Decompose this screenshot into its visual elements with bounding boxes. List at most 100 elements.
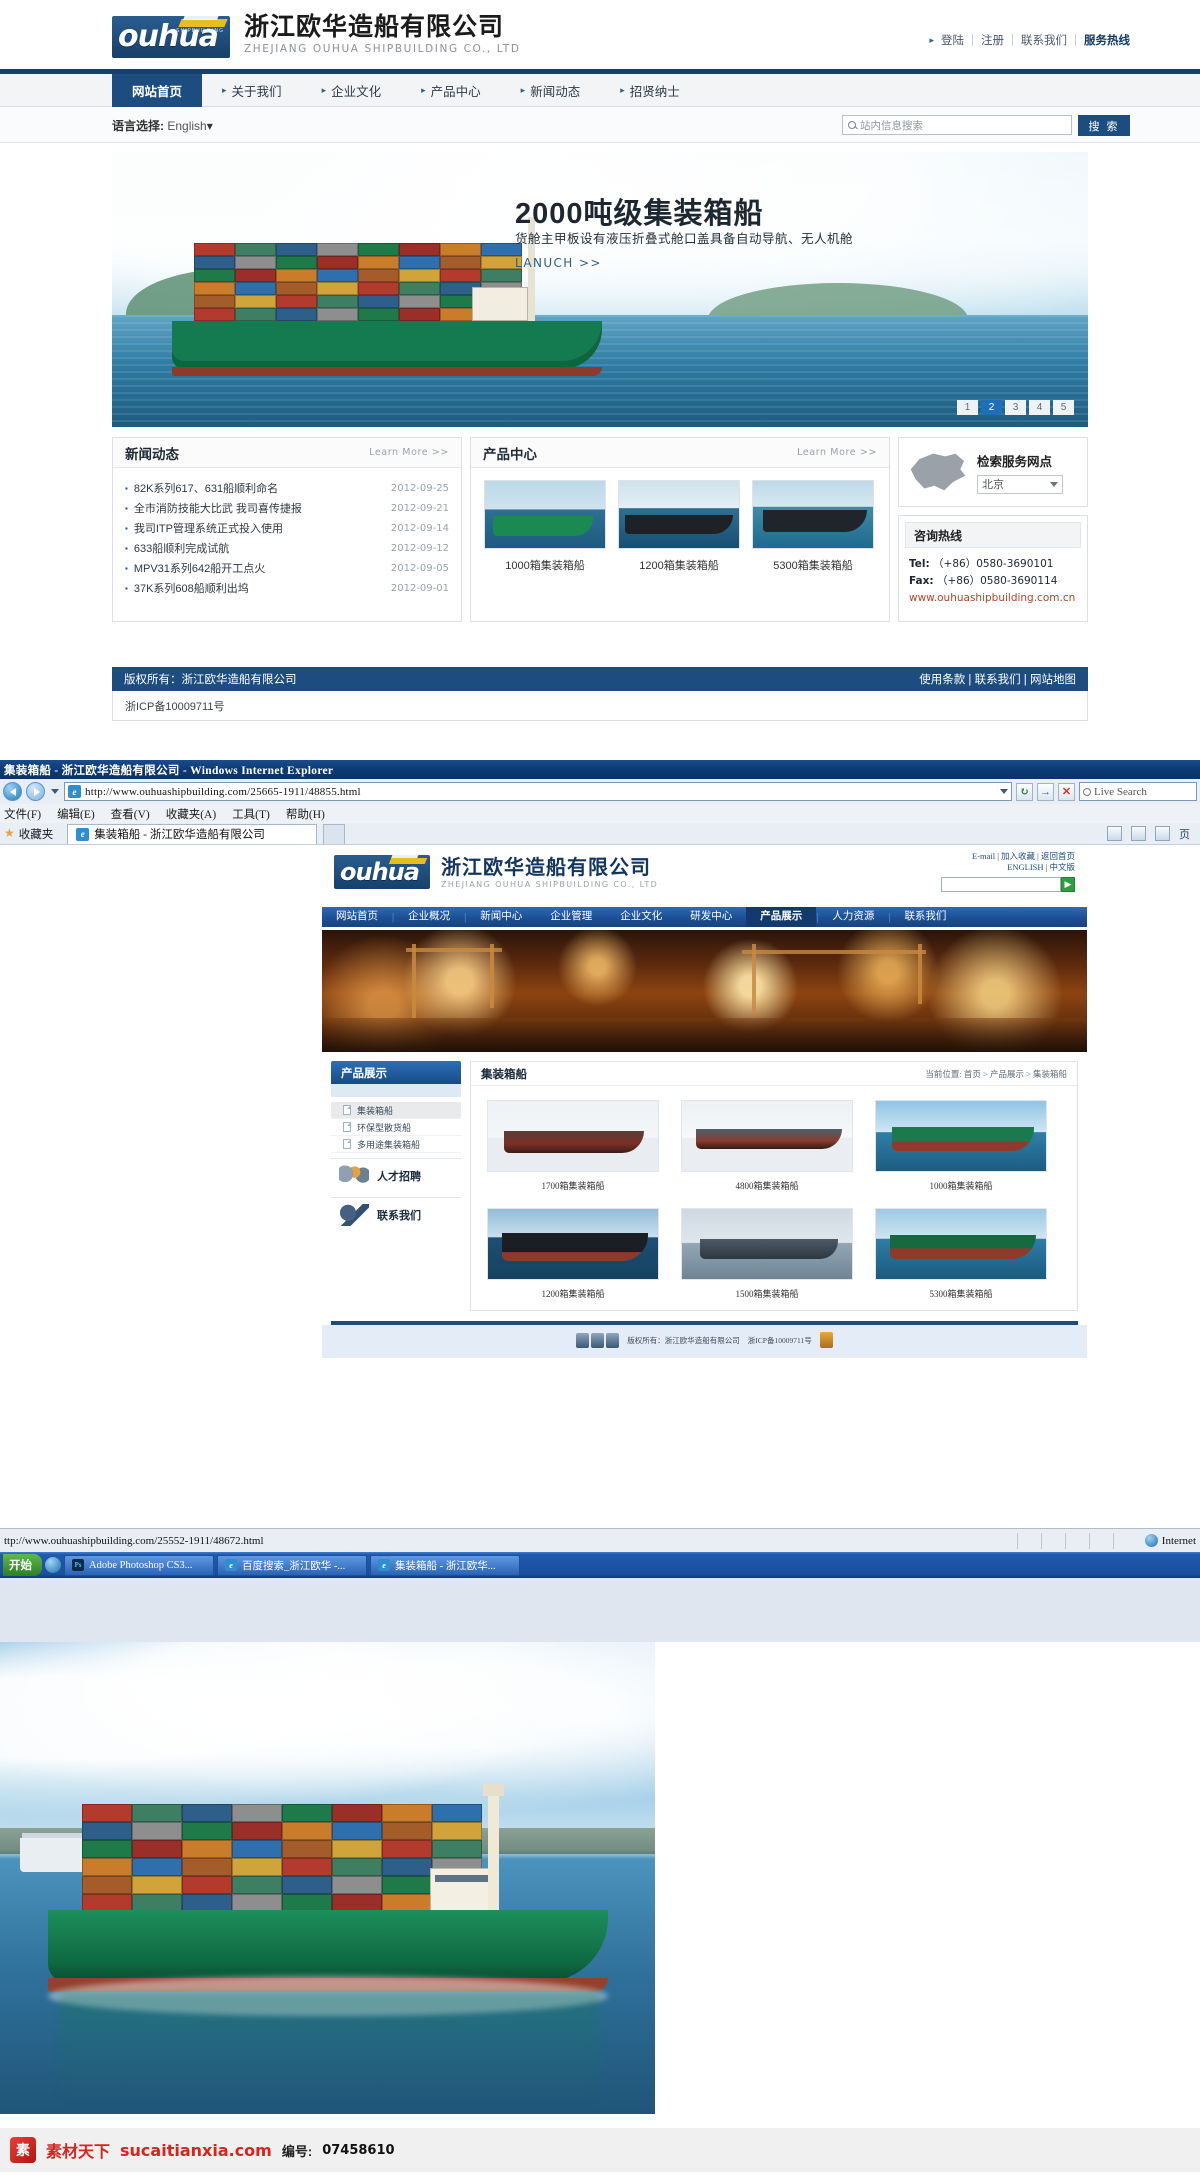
container-block	[282, 1876, 332, 1894]
banner-cta-link[interactable]: LANUCH >>	[515, 256, 602, 270]
footer-links[interactable]: 使用条款 | 联系我们 | 网站地图	[919, 671, 1076, 687]
history-dropdown-button[interactable]	[49, 782, 60, 801]
back-button[interactable]	[3, 782, 22, 801]
website-link[interactable]: www.ouhuashipbuilding.com.cn	[909, 590, 1077, 607]
search-button[interactable]: 搜 索	[1078, 115, 1130, 136]
favorites-button[interactable]: ★ 收藏夹	[4, 826, 61, 842]
nav-item-products[interactable]: 产品展示	[746, 907, 817, 927]
register-link[interactable]: 注册	[981, 32, 1004, 48]
new-tab-button[interactable]	[323, 823, 346, 844]
banner-page-4[interactable]: 4	[1029, 400, 1050, 415]
sidebar-item-eco-bulk-carrier[interactable]: 环保型散货船	[331, 1119, 461, 1136]
utility-line-1[interactable]: E-mail | 加入收藏 | 返回首页	[972, 851, 1075, 862]
address-bar[interactable]: e http://www.ouhuashipbuilding.com/25665…	[64, 782, 1012, 801]
browser-tab[interactable]: e 集装箱船 - 浙江欧华造船有限公司	[67, 823, 318, 844]
nav-item-news[interactable]: ▸ 新闻动态	[501, 74, 601, 107]
contact-link[interactable]: 联系我们	[1021, 32, 1067, 48]
news-more-link[interactable]: Learn More >>	[369, 447, 449, 458]
chevron-down-icon[interactable]	[1000, 789, 1008, 794]
menu-help[interactable]: 帮助(H)	[286, 806, 325, 822]
start-button[interactable]: 开始	[3, 1554, 42, 1576]
utility-line-2[interactable]: ENGLISH | 中文版	[972, 862, 1075, 873]
product-item[interactable]: 1500箱集装箱船	[681, 1208, 853, 1300]
taskbar-item-photoshop[interactable]: Ps Adobe Photoshop CS3...	[64, 1554, 214, 1576]
search-input[interactable]	[941, 877, 1061, 892]
nav-item-about[interactable]: ▸ 关于我们	[202, 74, 302, 107]
list-item[interactable]: ▪ 我司ITP管理系统正式投入使用 2012-09-14	[125, 518, 449, 538]
stop-button[interactable]: ✕	[1058, 782, 1075, 801]
list-item[interactable]: ▪ 633船顺利完成试航 2012-09-12	[125, 538, 449, 558]
product-item[interactable]: 1200箱集装箱船	[618, 480, 740, 573]
banner-page-1[interactable]: 1	[957, 400, 978, 415]
search-input[interactable]: Live Search	[1079, 782, 1197, 801]
nav-item-hr[interactable]: 人力资源	[818, 907, 888, 927]
site-search: 站内信息搜索 搜 索	[842, 115, 1130, 136]
product-item[interactable]: 1000箱集装箱船	[484, 480, 606, 573]
nav-item-careers[interactable]: ▸ 招贤纳士	[600, 74, 700, 107]
menu-favorites[interactable]: 收藏夹(A)	[166, 806, 216, 822]
company-name-en: ZHEJIANG OUHUA SHIPBUILDING CO., LTD	[441, 880, 659, 889]
quick-launch-ie-icon[interactable]	[45, 1557, 61, 1573]
banner-page-2[interactable]: 2	[981, 400, 1002, 415]
nav-item-culture[interactable]: ▸ 企业文化	[302, 74, 402, 107]
hotline-link[interactable]: 服务热线	[1084, 32, 1130, 48]
nav-item-rnd[interactable]: 研发中心	[676, 907, 746, 927]
list-item[interactable]: ▪ 37K系列608船顺利出坞 2012-09-01	[125, 578, 449, 598]
search-submit-button[interactable]: ▶	[1061, 877, 1075, 892]
product-item[interactable]: 1700箱集装箱船	[487, 1100, 659, 1192]
list-item[interactable]: ▪ MPV31系列642船开工点火 2012-09-05	[125, 558, 449, 578]
sidebar-item-container-ship[interactable]: 集装箱船	[331, 1102, 461, 1119]
list-item[interactable]: ▪ 全市消防技能大比武 我司喜传捷报 2012-09-21	[125, 498, 449, 518]
city-select[interactable]: 北京	[977, 474, 1063, 494]
banner-page-3[interactable]: 3	[1005, 400, 1026, 415]
product-item[interactable]: 5300箱集装箱船	[875, 1208, 1047, 1300]
refresh-button[interactable]: ↻	[1016, 782, 1033, 801]
language-selector[interactable]: 语言选择: English▾	[112, 117, 213, 134]
sidebar-block-recruitment[interactable]: 人才招聘	[331, 1158, 461, 1192]
sidebar-block-contact[interactable]: 联系我们	[331, 1197, 461, 1231]
product-item[interactable]: 1200箱集装箱船	[487, 1208, 659, 1300]
search-input[interactable]: 站内信息搜索	[842, 115, 1072, 135]
sidebar-item-multipurpose-container-ship[interactable]: 多用途集装箱船	[331, 1136, 461, 1153]
menu-tools[interactable]: 工具(T)	[232, 806, 270, 822]
taskbar-item-ouhua[interactable]: e 集装箱船 - 浙江欧华...	[370, 1554, 520, 1576]
brand-logo[interactable]: SHIPBUILDING ouhua 浙江欧华造船有限公司 ZHEJIANG O…	[112, 12, 521, 58]
product-item[interactable]: 1000箱集装箱船	[875, 1100, 1047, 1192]
taskbar-item-baidu[interactable]: e 百度搜索_浙江欧华 -...	[217, 1554, 367, 1576]
mast	[483, 1784, 504, 1912]
page-menu-button[interactable]: 页	[1179, 826, 1190, 842]
product-item[interactable]: 5300箱集装箱船	[752, 480, 874, 573]
home-icon[interactable]	[1107, 826, 1122, 841]
utility-links: ▸ 登陆 | 注册 | 联系我们 | 服务热线	[929, 32, 1130, 48]
menu-file[interactable]: 文件(F)	[4, 806, 41, 822]
product-item[interactable]: 4800箱集装箱船	[681, 1100, 853, 1192]
product-caption: 5300箱集装箱船	[929, 1289, 993, 1299]
nav-item-news[interactable]: 新闻中心	[466, 907, 536, 927]
print-icon[interactable]	[1155, 826, 1170, 841]
hero-banner[interactable]: 2000吨级集装箱船 货舱主甲板设有液压折叠式舱口盖具备自动导航、无人机舱 LA…	[112, 152, 1088, 427]
forward-button[interactable]	[26, 782, 45, 801]
products-more-link[interactable]: Learn More >>	[797, 447, 877, 458]
product-thumbnail	[752, 480, 874, 549]
go-button[interactable]: →	[1037, 782, 1054, 801]
nav-item-contact[interactable]: 联系我们	[890, 907, 960, 927]
container-block	[382, 1876, 432, 1894]
nav-item-management[interactable]: 企业管理	[536, 907, 606, 927]
container-block	[332, 1858, 382, 1876]
news-card-header: 新闻动态 Learn More >>	[113, 438, 461, 468]
brand-logo[interactable]: ouhua 浙江欧华造船有限公司 ZHEJIANG OUHUA SHIPBUIL…	[334, 855, 658, 889]
menu-edit[interactable]: 编辑(E)	[57, 806, 95, 822]
banner-page-5[interactable]: 5	[1053, 400, 1074, 415]
container-block	[399, 282, 440, 295]
list-item[interactable]: ▪ 82K系列617、631船顺利命名 2012-09-25	[125, 478, 449, 498]
container-block	[382, 1804, 432, 1822]
nav-item-culture[interactable]: 企业文化	[606, 907, 676, 927]
feeds-icon[interactable]	[1131, 826, 1146, 841]
container-block	[399, 256, 440, 269]
nav-item-overview[interactable]: 企业概况	[394, 907, 464, 927]
menu-view[interactable]: 查看(V)	[111, 806, 150, 822]
nav-item-products[interactable]: ▸ 产品中心	[401, 74, 501, 107]
nav-item-home[interactable]: 网站首页	[112, 74, 203, 107]
login-link[interactable]: 登陆	[941, 32, 964, 48]
nav-item-home[interactable]: 网站首页	[322, 907, 392, 927]
